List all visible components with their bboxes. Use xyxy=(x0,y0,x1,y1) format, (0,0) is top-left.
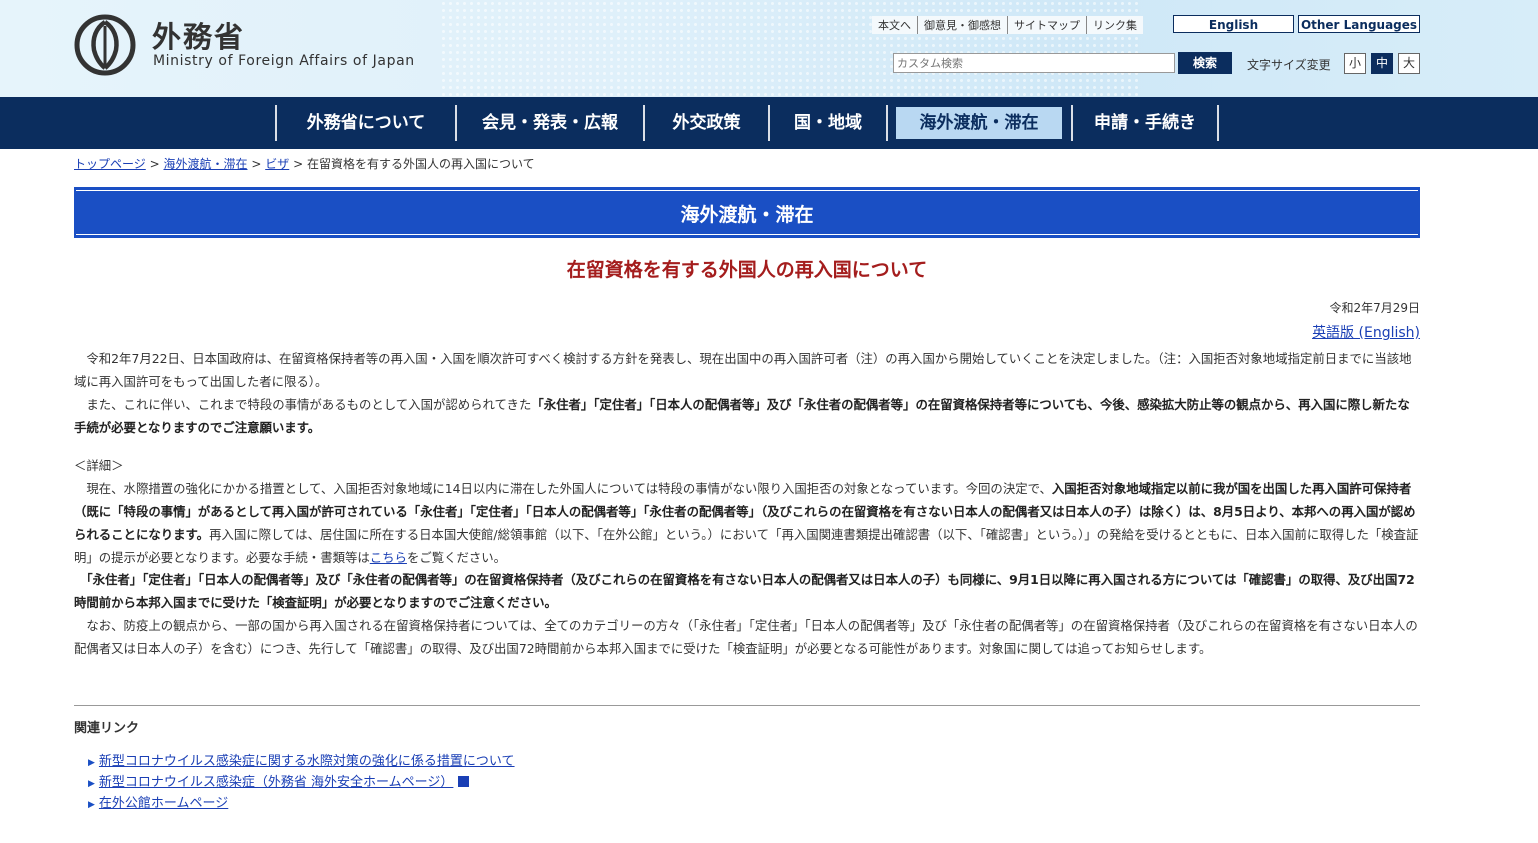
font-size-large-button[interactable]: 大 xyxy=(1398,53,1420,74)
permanent-residents-bold-text: 「永住者」「定住者」「日本人の配偶者等」及び「永住者の配偶者等」の在留資格保持者… xyxy=(74,572,1415,610)
utility-link-links[interactable]: リンク集 xyxy=(1086,16,1143,34)
related-link-border-measures[interactable]: 新型コロナウイルス感染症に関する水際対策の強化に係る措置について xyxy=(99,754,515,769)
global-nav: 外務省について 会見・発表・広報 外交政策 国・地域 申請・手続き xyxy=(0,97,1538,149)
related-link-item: ▶ 在外公館ホームページ xyxy=(88,792,228,811)
triangle-bullet-icon: ▶ xyxy=(88,779,95,789)
detail-text: 現在、水際措置の強化にかかる措置として、入国拒否対象地域に14日以内に滞在した外… xyxy=(74,481,1052,496)
page-title: 在留資格を有する外国人の再入国について xyxy=(566,259,928,281)
site-title[interactable]: 外務省 xyxy=(152,14,245,56)
font-size-small-button[interactable]: 小 xyxy=(1344,53,1366,74)
breadcrumb-separator: > xyxy=(149,157,160,171)
nav-item-applications[interactable]: 申請・手続き xyxy=(1073,97,1217,149)
breadcrumb-separator: > xyxy=(251,157,262,171)
related-link-embassies[interactable]: 在外公館ホームページ xyxy=(99,796,228,811)
nav-item-countries[interactable]: 国・地域 xyxy=(770,97,886,149)
nav-separator xyxy=(1217,105,1219,141)
detail-text-3: をご覧ください。 xyxy=(406,550,507,565)
paragraph-permanent-residents: 「永住者」「定住者」「日本人の配偶者等」及び「永住者の配偶者等」の在留資格保持者… xyxy=(74,568,1420,614)
search-input[interactable] xyxy=(893,53,1175,73)
here-link[interactable]: こちら xyxy=(370,550,407,565)
search-button[interactable]: 検索 xyxy=(1178,52,1232,74)
notice-text: また、これに伴い、これまで特段の事情があるものとして入国が認められてきた xyxy=(74,397,532,412)
category-band: 海外渡航・滞在 xyxy=(74,187,1420,238)
english-version-link[interactable]: 英語版 (English) xyxy=(1312,322,1420,342)
paragraph-intro: 令和2年7月22日、日本国政府は、在留資格保持者等の再入国・入国を順次許可すべく… xyxy=(74,351,1412,389)
breadcrumb-current: 在留資格を有する外国人の再入国について xyxy=(306,157,535,171)
site-subtitle: Ministry of Foreign Affairs of Japan xyxy=(153,53,415,69)
detail-text-2: 再入国に際しては、居住国に所在する日本国大使館/総領事館（以下、「在外公館」とい… xyxy=(74,527,1419,565)
utility-link-feedback[interactable]: 御意見・御感想 xyxy=(917,16,1007,34)
category-title: 海外渡航・滞在 xyxy=(680,204,814,226)
nav-item-overseas-travel[interactable]: 海外渡航・滞在 xyxy=(896,107,1062,139)
english-button[interactable]: English xyxy=(1173,15,1294,33)
section-divider xyxy=(74,705,1420,706)
font-size-label: 文字サイズ変更 xyxy=(1247,58,1331,72)
triangle-bullet-icon: ▶ xyxy=(88,758,95,768)
related-link-item: ▶ 新型コロナウイルス感染症（外務省 海外安全ホームページ） xyxy=(88,771,470,790)
related-links-heading: 関連リンク xyxy=(74,721,140,736)
utility-link-sitemap[interactable]: サイトマップ xyxy=(1007,16,1086,34)
mofa-logo-icon[interactable] xyxy=(74,14,136,76)
breadcrumb: トップページ > 海外渡航・滞在 > ビザ > 在留資格を有する外国人の再入国に… xyxy=(74,155,535,172)
breadcrumb-separator: > xyxy=(293,157,304,171)
nav-item-press[interactable]: 会見・発表・広報 xyxy=(457,97,643,149)
nav-item-foreign-policy[interactable]: 外交政策 xyxy=(645,97,768,149)
paragraph-notice: また、これに伴い、これまで特段の事情があるものとして入国が認められてきた「永住者… xyxy=(74,393,1420,439)
world-map-decoration xyxy=(440,0,1140,97)
breadcrumb-overseas-travel[interactable]: 海外渡航・滞在 xyxy=(163,157,247,171)
publish-date: 令和2年7月29日 xyxy=(1329,301,1420,315)
related-link-overseas-safety[interactable]: 新型コロナウイルス感染症（外務省 海外安全ホームページ） xyxy=(99,775,453,790)
breadcrumb-visa[interactable]: ビザ xyxy=(265,157,289,171)
external-window-icon xyxy=(458,776,470,787)
other-languages-button[interactable]: Other Languages xyxy=(1298,15,1420,33)
paragraph-detail: 現在、水際措置の強化にかかる措置として、入国拒否対象地域に14日以内に滞在した外… xyxy=(74,477,1420,569)
utility-links: 本文へ 御意見・御感想 サイトマップ リンク集 xyxy=(872,16,1143,34)
font-size-medium-button[interactable]: 中 xyxy=(1371,53,1393,74)
utility-link-skip-to-content[interactable]: 本文へ xyxy=(872,16,917,34)
related-link-item: ▶ 新型コロナウイルス感染症に関する水際対策の強化に係る措置について xyxy=(88,750,515,769)
breadcrumb-top[interactable]: トップページ xyxy=(74,157,146,171)
nav-item-about-mofa[interactable]: 外務省について xyxy=(277,97,455,149)
triangle-bullet-icon: ▶ xyxy=(88,800,95,810)
paragraph-quarantine: なお、防疫上の観点から、一部の国から再入国される在留資格保持者については、全ての… xyxy=(74,618,1418,656)
nav-separator xyxy=(886,105,888,141)
detail-heading: ＜詳細＞ xyxy=(74,458,124,473)
